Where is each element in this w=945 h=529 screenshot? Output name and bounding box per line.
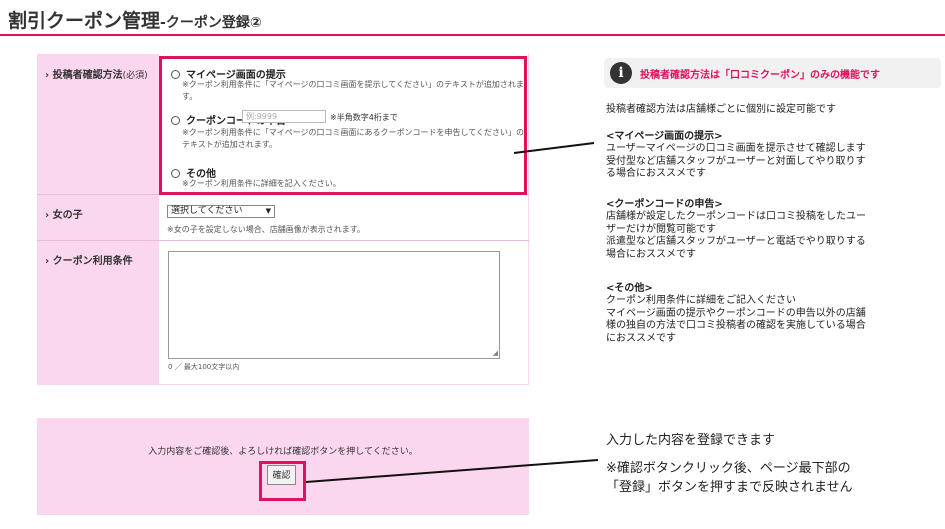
connector-line — [513, 142, 595, 154]
connector-line — [305, 459, 599, 483]
connector-lines — [305, 142, 599, 483]
